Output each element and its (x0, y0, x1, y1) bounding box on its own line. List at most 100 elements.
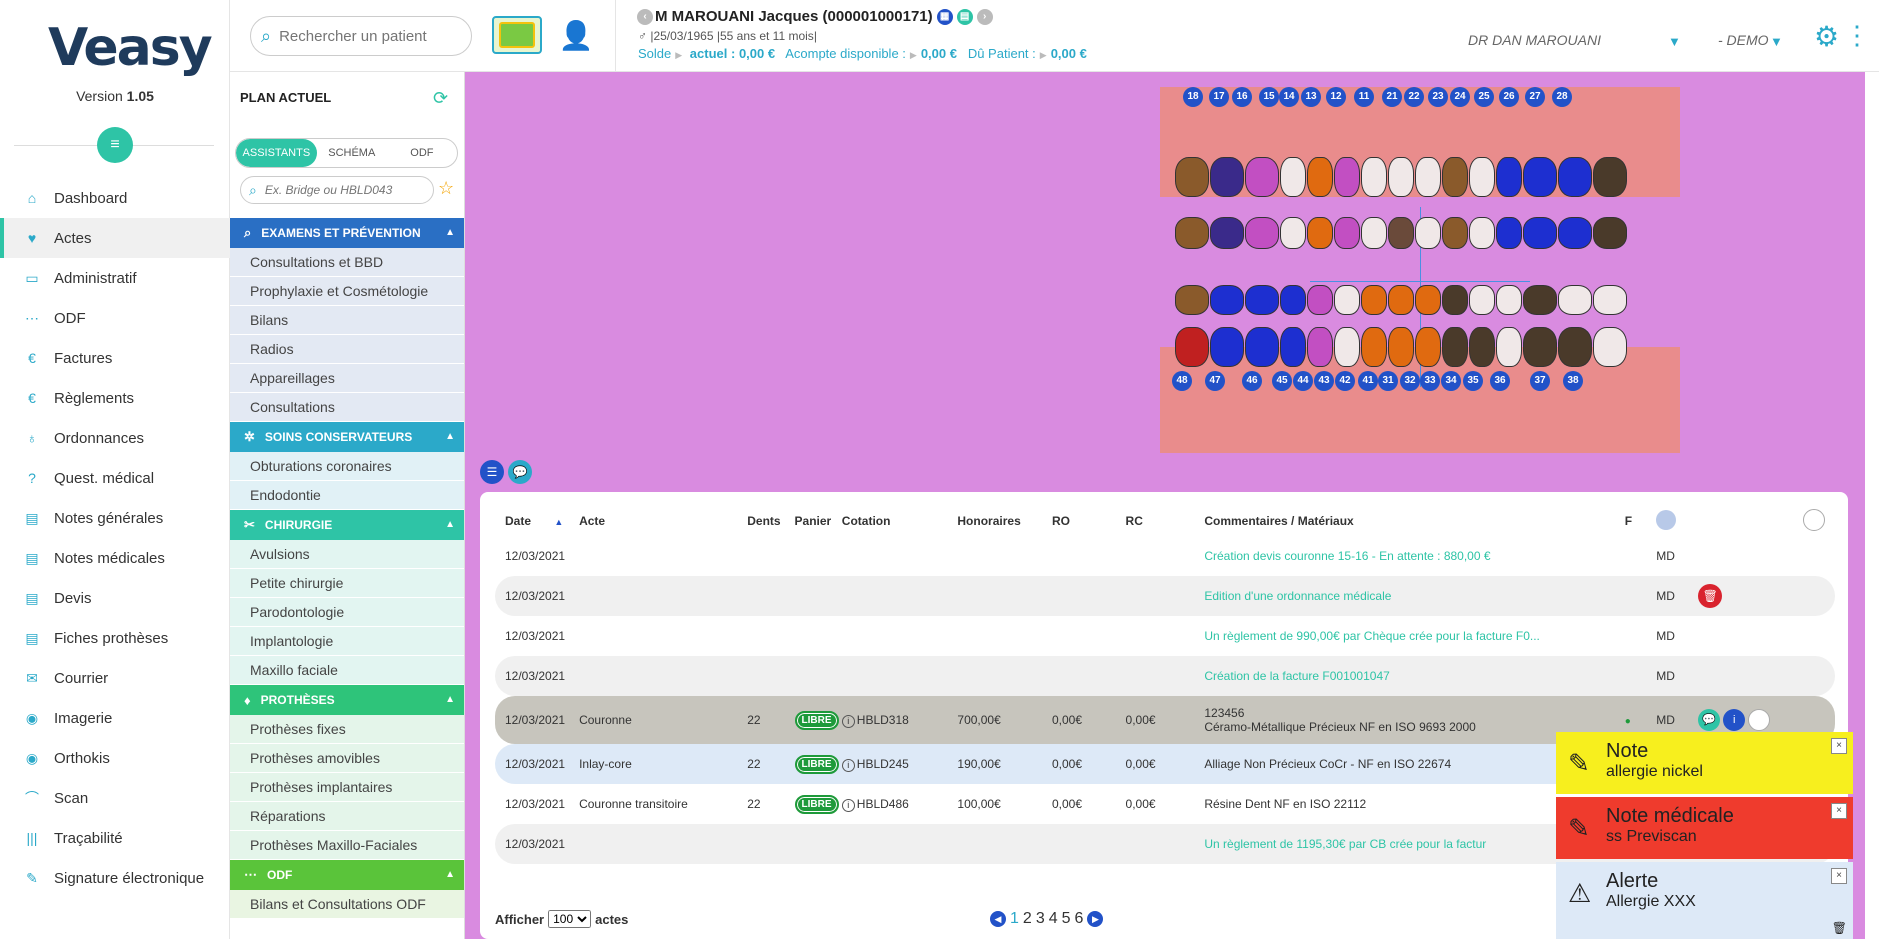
lower-crown-tooth[interactable] (1523, 327, 1557, 367)
act-search-input[interactable] (264, 183, 415, 197)
table-row[interactable]: 12/03/2021 Création devis couronne 15-16 … (495, 536, 1835, 576)
chevron-down-icon[interactable]: ▼ (1770, 34, 1783, 49)
lower-occlusal-tooth[interactable] (1210, 285, 1244, 315)
upper-crown-tooth[interactable] (1558, 157, 1592, 197)
lower-occlusal-tooth[interactable] (1361, 285, 1387, 315)
lower-occlusal-tooth[interactable] (1523, 285, 1557, 315)
menu-toggle-button[interactable]: ≡ (97, 127, 133, 163)
favorites-star-icon[interactable]: ☆ (438, 178, 454, 199)
lower-crown-tooth[interactable] (1442, 327, 1468, 367)
page-4[interactable]: 4 (1049, 910, 1058, 928)
sort-asc-icon[interactable]: ▲ (554, 517, 563, 527)
nav-item-devis[interactable]: ▤ Devis (0, 578, 230, 618)
plan-item[interactable]: Obturations coronaires (230, 452, 464, 481)
section-header-3[interactable]: ♦ PROTHÈSES ▲ (230, 685, 464, 715)
lower-crown-tooth[interactable] (1175, 327, 1209, 367)
tooth-number-32[interactable]: 32 (1400, 371, 1420, 391)
nav-item-factures[interactable]: € Factures (0, 338, 230, 378)
tooth-number-27[interactable]: 27 (1525, 87, 1545, 107)
upper-crown-tooth[interactable] (1175, 157, 1209, 197)
previous-patient-icon[interactable]: ‹ (637, 8, 653, 25)
col-rc[interactable]: RC (1126, 506, 1205, 536)
apps-grid-icon[interactable]: ⋮⋮⋮ (1844, 20, 1879, 51)
lower-crown-tooth[interactable] (1334, 327, 1360, 367)
section-header-1[interactable]: ✲ SOINS CONSERVATEURS ▲ (230, 422, 464, 452)
upper-crown-tooth[interactable] (1361, 157, 1387, 197)
plan-item[interactable]: Petite chirurgie (230, 569, 464, 598)
tooth-number-33[interactable]: 33 (1420, 371, 1440, 391)
upper-occlusal-tooth[interactable] (1593, 217, 1627, 249)
lower-crown-tooth[interactable] (1558, 327, 1592, 367)
info-icon[interactable]: i (841, 798, 855, 812)
list-view-icon[interactable]: ☰ (480, 460, 504, 484)
tooth-number-16[interactable]: 16 (1232, 87, 1252, 107)
tooth-number-22[interactable]: 22 (1404, 87, 1424, 107)
agenda-icon[interactable]: ▤ (956, 8, 973, 25)
close-icon[interactable]: × (1831, 803, 1847, 819)
col-f[interactable]: F (1625, 506, 1657, 536)
next-patient-icon[interactable]: › (976, 8, 993, 25)
section-header-2[interactable]: ✂ CHIRURGIE ▲ (230, 510, 464, 540)
select-all-radio[interactable] (1803, 508, 1825, 531)
chevron-up-icon[interactable]: ▲ (445, 694, 455, 705)
lower-occlusal-tooth[interactable] (1593, 285, 1627, 315)
tooth-number-42[interactable]: 42 (1335, 371, 1355, 391)
nav-item-scan[interactable]: ⌒ Scan (0, 778, 230, 818)
col-panier[interactable]: Panier (795, 506, 842, 536)
section-header-4[interactable]: ⋯ ODF ▲ (230, 860, 464, 890)
upper-crown-tooth[interactable] (1523, 157, 1557, 197)
close-icon[interactable]: × (1831, 868, 1847, 884)
upper-occlusal-tooth[interactable] (1496, 217, 1522, 249)
col-commentaires[interactable]: Commentaires / Matériaux (1204, 506, 1624, 536)
lower-occlusal-tooth[interactable] (1469, 285, 1495, 315)
table-row[interactable]: 12/03/2021 Un règlement de 990,00€ par Ch… (495, 616, 1835, 656)
plan-item[interactable]: Endodontie (230, 481, 464, 510)
lower-crown-tooth[interactable] (1307, 327, 1333, 367)
tooth-number-44[interactable]: 44 (1293, 371, 1313, 391)
col-acte[interactable]: Acte (579, 506, 747, 536)
tooth-number-35[interactable]: 35 (1463, 371, 1483, 391)
tooth-number-47[interactable]: 47 (1205, 371, 1225, 391)
nav-item-signature-lectronique[interactable]: ✎ Signature électronique (0, 858, 230, 898)
nav-item-imagerie[interactable]: ◉ Imagerie (0, 698, 230, 738)
lower-crown-tooth[interactable] (1245, 327, 1279, 367)
col-ro[interactable]: RO (1052, 506, 1126, 536)
tab-odf[interactable]: ODF (387, 139, 457, 167)
tooth-number-24[interactable]: 24 (1450, 87, 1470, 107)
refresh-icon[interactable]: ⟳ (433, 88, 448, 109)
add-patient-button[interactable]: 👤 (556, 16, 596, 54)
lower-crown-tooth[interactable] (1361, 327, 1387, 367)
tab-assistants[interactable]: ASSISTANTS (236, 139, 317, 167)
tooth-number-45[interactable]: 45 (1272, 371, 1292, 391)
upper-occlusal-tooth[interactable] (1210, 217, 1244, 249)
page-2[interactable]: 2 (1023, 910, 1032, 928)
tooth-number-18[interactable]: 18 (1183, 87, 1203, 107)
tooth-number-25[interactable]: 25 (1474, 87, 1494, 107)
upper-occlusal-tooth[interactable] (1415, 217, 1441, 249)
upper-occlusal-tooth[interactable] (1175, 217, 1209, 249)
nav-item-notes-g-n-rales[interactable]: ▤ Notes générales (0, 498, 230, 538)
lower-occlusal-tooth[interactable] (1442, 285, 1468, 315)
chevron-up-icon[interactable]: ▲ (445, 519, 455, 530)
plan-item[interactable]: Prothèses Maxillo-Faciales (230, 831, 464, 860)
plan-item[interactable]: Maxillo faciale (230, 656, 464, 685)
tooth-number-37[interactable]: 37 (1530, 371, 1550, 391)
previous-page-icon[interactable]: ◀ (990, 911, 1006, 927)
chevron-up-icon[interactable]: ▲ (445, 227, 455, 238)
calendar-icon[interactable]: ▦ (936, 8, 953, 25)
section-header-0[interactable]: ⌕ EXAMENS ET PRÉVENTION ▲ (230, 218, 464, 248)
plan-item[interactable]: Consultations (230, 393, 464, 422)
page-6[interactable]: 6 (1075, 910, 1084, 928)
notification-2[interactable]: ⚠ Alerte Allergie XXX × 🗑 (1556, 862, 1853, 939)
lower-occlusal-tooth[interactable] (1558, 285, 1592, 315)
plan-item[interactable]: Prophylaxie et Cosmétologie (230, 277, 464, 306)
nav-item-fiches-proth-ses[interactable]: ▤ Fiches prothèses (0, 618, 230, 658)
upper-crown-tooth[interactable] (1307, 157, 1333, 197)
page-3[interactable]: 3 (1036, 910, 1045, 928)
lower-occlusal-tooth[interactable] (1307, 285, 1333, 315)
upper-occlusal-tooth[interactable] (1469, 217, 1495, 249)
plan-item[interactable]: Réparations (230, 802, 464, 831)
table-row[interactable]: 12/03/2021 Création de la facture F001001… (495, 656, 1835, 696)
nav-item-ordonnances[interactable]: ♁ Ordonnances (0, 418, 230, 458)
lower-crown-tooth[interactable] (1210, 327, 1244, 367)
